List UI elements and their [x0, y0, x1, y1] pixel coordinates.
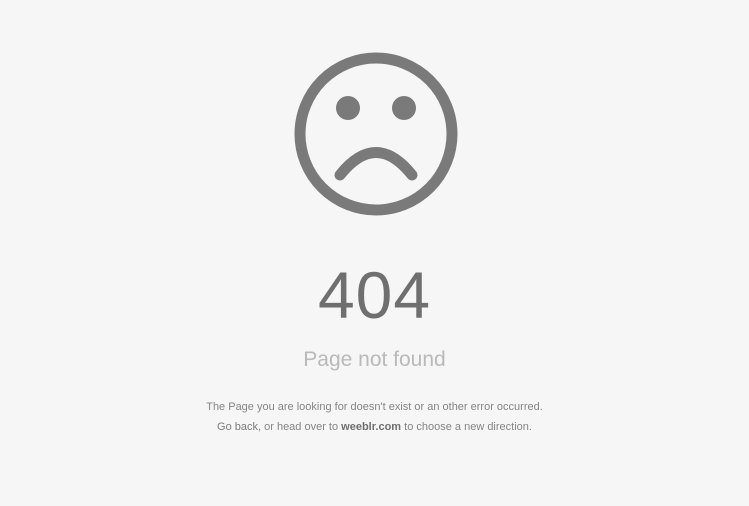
error-page: 404 Page not found The Page you are look… [0, 0, 749, 506]
sad-face-icon [292, 50, 460, 218]
error-description: The Page you are looking for doesn't exi… [206, 401, 543, 413]
navigation-hint-end: to choose a new direction. [401, 421, 532, 433]
go-back-link[interactable]: Go back [217, 421, 258, 433]
navigation-hint: Go back, or head over to weeblr.com to c… [0, 417, 749, 437]
navigation-hint-text: , or head over to [258, 421, 342, 433]
error-code: 404 [317, 258, 432, 332]
site-home-link[interactable]: weeblr.com [341, 421, 401, 433]
error-message: The Page you are looking for doesn't exi… [0, 397, 749, 437]
page-title: Page not found [303, 348, 446, 371]
